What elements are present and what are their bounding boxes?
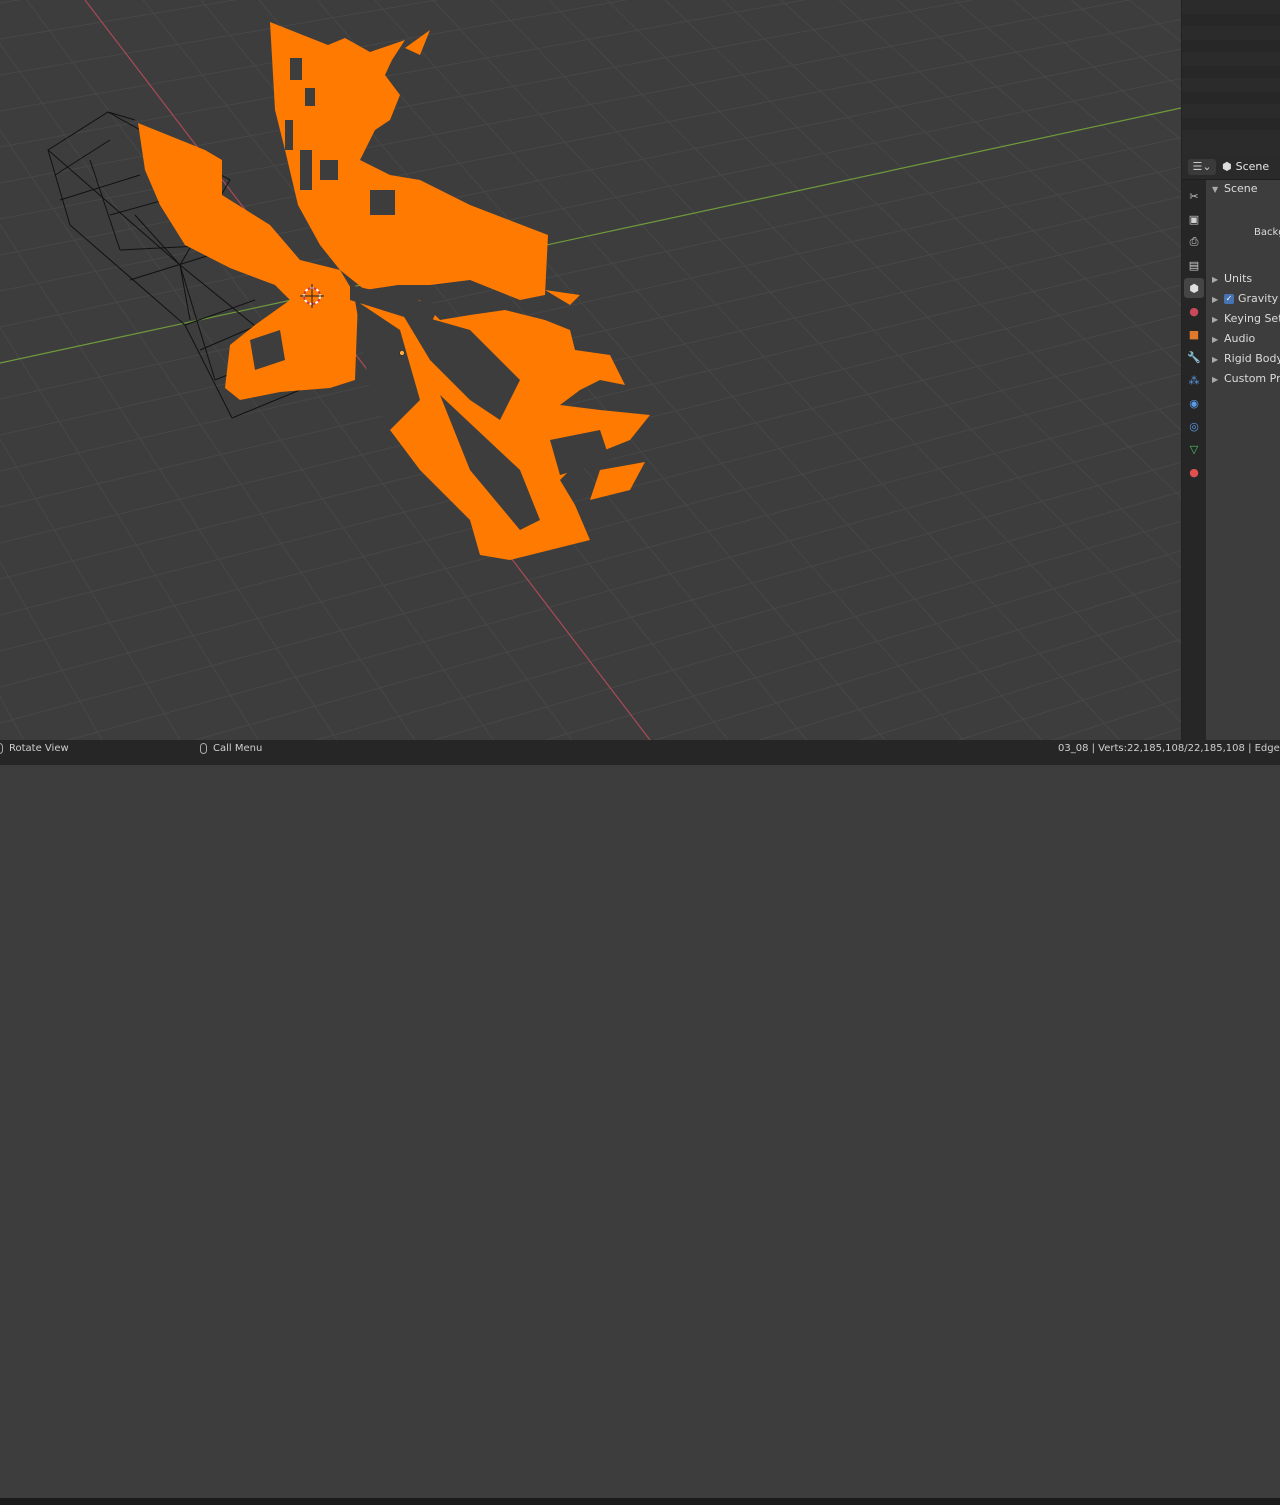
chevron-down-icon: ▼	[1212, 185, 1219, 194]
subpanel-gravity[interactable]: ▶ ✓ Gravity	[1212, 292, 1278, 305]
modifier-icon: 🔧	[1187, 350, 1201, 364]
properties-editor: ☰⌄ ⬢Scene ✂▣⎙▤⬢●■🔧⁂◉◎▽● ▼Scene Backg ▶Un…	[1181, 0, 1280, 740]
subpanel-label: Units	[1224, 272, 1253, 285]
chevron-right-icon: ▶	[1212, 335, 1219, 344]
grid-line	[0, 695, 25, 740]
tab-modifier[interactable]: 🔧	[1184, 347, 1204, 367]
subpanel-label: Gravity	[1238, 292, 1279, 305]
gravity-checkbox[interactable]: ✓	[1224, 294, 1234, 304]
scene-properties: ▼ Scene Backg ▶ Units ▶ ✓ Gravity ▶ Keying Sets…	[1206, 180, 1280, 740]
chevron-right-icon: ▶	[1212, 375, 1219, 384]
output-icon: ⎙	[1189, 235, 1199, 248]
grid-line	[0, 0, 807, 148]
grid-line	[838, 0, 1181, 306]
mouse-middle-icon	[0, 742, 3, 754]
grid-line	[957, 668, 1181, 740]
breadcrumb: ⬢ Scene	[1222, 159, 1269, 175]
chevron-right-icon: ▶	[1212, 315, 1219, 324]
grid-line	[1128, 0, 1181, 42]
subpanel-audio[interactable]: ▶ Audio	[1212, 332, 1255, 345]
editor-type-selector[interactable]: ☰⌄	[1188, 159, 1216, 175]
3d-viewport[interactable]	[0, 0, 1181, 740]
tab-tool[interactable]: ✂	[1184, 186, 1204, 206]
grid-line	[1012, 0, 1181, 141]
grid-line	[664, 0, 1181, 498]
grid-line	[653, 579, 1181, 740]
grid-line	[314, 491, 1181, 740]
subpanel-label: Keying Sets	[1224, 312, 1280, 325]
world-icon: ●	[1189, 304, 1199, 318]
particles-icon: ⁂	[1188, 373, 1200, 387]
status-rotate-view: Rotate View	[0, 742, 69, 756]
properties-header: ☰⌄ ⬢ Scene	[1182, 155, 1280, 180]
chevron-right-icon: ▶	[1212, 355, 1219, 364]
mouse-right-icon	[200, 742, 207, 754]
subpanel-label: Rigid Body W	[1224, 352, 1280, 365]
chevron-right-icon: ▶	[1212, 275, 1219, 284]
subpanel-label: Audio	[1224, 332, 1256, 345]
tab-scene[interactable]: ⬢	[1184, 278, 1204, 298]
scene-icon: ⬢	[1189, 281, 1199, 295]
grid-line	[896, 0, 1181, 249]
window-edge	[0, 1498, 1280, 1505]
grid-line	[0, 0, 629, 112]
subpanel-label: Custom Prop	[1224, 372, 1280, 385]
constraints-icon: ◎	[1189, 419, 1199, 433]
tab-render[interactable]: ▣	[1184, 209, 1204, 229]
tab-view-layer[interactable]: ▤	[1184, 255, 1204, 275]
scene-statistics: 03_08 | Verts:22,185,108/22,185,108 | Ed…	[1058, 743, 1280, 754]
object-origin	[399, 350, 405, 356]
grid-line	[432, 520, 1181, 740]
object-icon: ■	[1188, 327, 1200, 341]
grid-line	[548, 0, 1181, 644]
grid-line	[544, 550, 1181, 740]
tab-physics[interactable]: ◉	[1184, 393, 1204, 413]
panel-scene[interactable]: ▼ Scene	[1212, 182, 1258, 195]
tab-world[interactable]: ●	[1184, 301, 1204, 321]
tab-output[interactable]: ⎙	[1184, 232, 1204, 252]
tool-icon: ✂	[1189, 189, 1199, 203]
breadcrumb-scene: Scene	[1235, 160, 1270, 173]
render-icon: ▣	[1188, 212, 1200, 226]
viewport-canvas[interactable]	[0, 0, 1181, 740]
grid-line	[0, 255, 1181, 544]
properties-tabs: ✂ ▣ ⎙ ▤ ⬢ ● ■ 🔧 ⁂ ◉ ◎ ▽ ●	[1182, 180, 1206, 740]
subpanel-units[interactable]: ▶ Units	[1212, 272, 1252, 285]
point-cloud-mesh[interactable]	[138, 22, 650, 560]
rotate-view-label: Rotate View	[9, 743, 69, 754]
properties-editor-icon: ☰⌄	[1192, 160, 1212, 173]
subpanel-keying-sets[interactable]: ▶ Keying Sets	[1212, 312, 1280, 325]
grid-line	[1051, 697, 1181, 740]
grid-line	[606, 0, 1181, 569]
tab-object[interactable]: ■	[1184, 324, 1204, 344]
data-icon: ▽	[1189, 442, 1199, 456]
chevron-right-icon: ▶	[1212, 295, 1219, 304]
status-bar: Rotate View Call Menu 03_08 | Verts:22,1…	[0, 740, 1280, 1505]
call-menu-label: Call Menu	[213, 743, 263, 754]
physics-icon: ◉	[1189, 396, 1199, 410]
grid-line	[0, 0, 22, 4]
scene-icon: ⬢	[1222, 160, 1232, 173]
status-call-menu: Call Menu	[200, 742, 262, 756]
outliner-area	[1182, 0, 1280, 155]
grid-line	[859, 638, 1181, 740]
grid-line	[722, 0, 1181, 431]
background-label: Backg	[1254, 227, 1280, 238]
material-icon: ●	[1189, 465, 1199, 479]
grid-line	[0, 0, 439, 76]
tab-material[interactable]: ●	[1184, 462, 1204, 482]
subpanel-rigid-body-w[interactable]: ▶ Rigid Body W	[1212, 352, 1280, 365]
panel-scene-label: Scene	[1224, 182, 1258, 195]
tab-constraints[interactable]: ◎	[1184, 416, 1204, 436]
tab-particles[interactable]: ⁂	[1184, 370, 1204, 390]
subpanel-custom-prop[interactable]: ▶ Custom Prop	[1212, 372, 1280, 385]
view-layer-icon: ▤	[1188, 258, 1200, 272]
tab-data[interactable]: ▽	[1184, 439, 1204, 459]
